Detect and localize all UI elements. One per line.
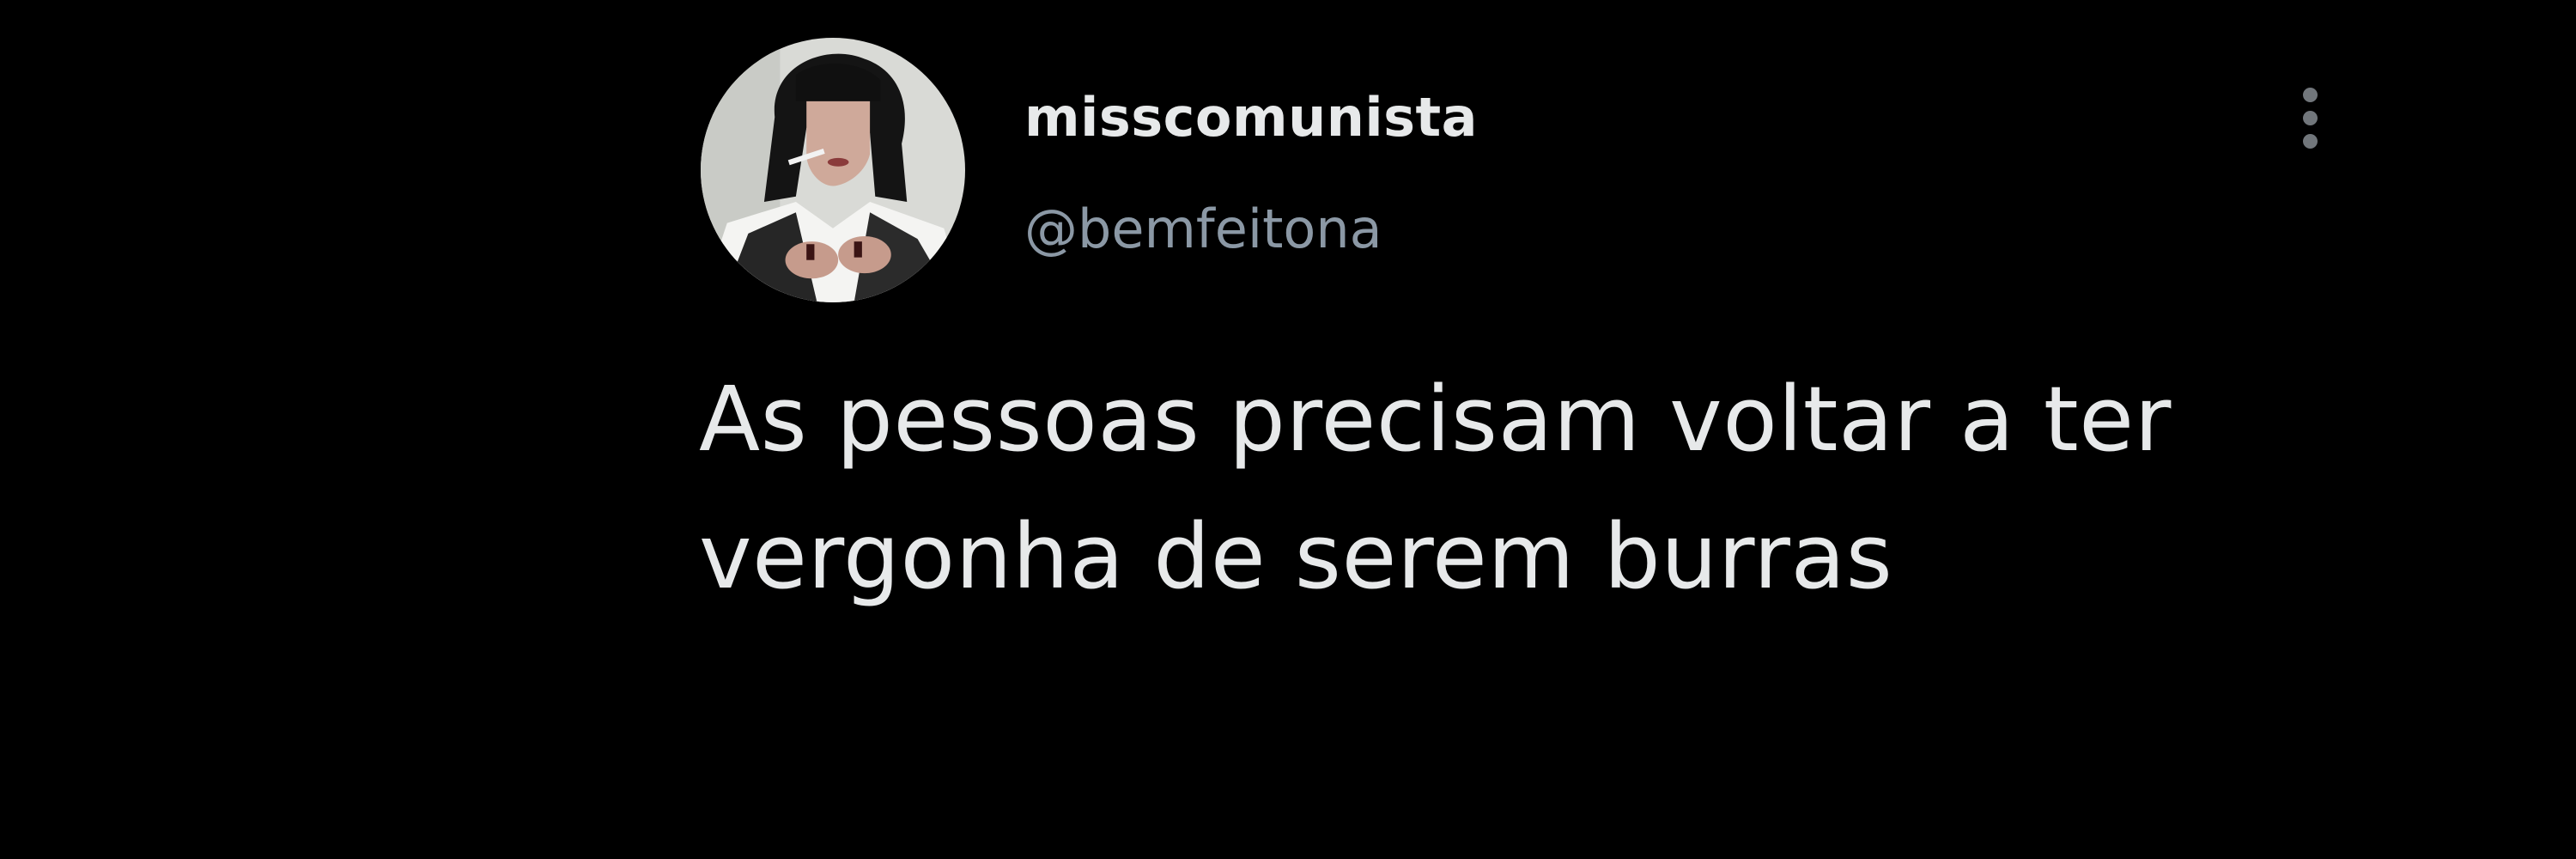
avatar[interactable] <box>701 38 965 302</box>
tweet: misscomunista @bemfeitona As pessoas pre… <box>0 0 2576 859</box>
more-options-button[interactable] <box>2284 79 2337 156</box>
tweet-text: As pessoas precisam voltar a ter vergonh… <box>699 367 2201 609</box>
display-name[interactable]: misscomunista <box>1024 86 1478 149</box>
user-handle[interactable]: @bemfeitona <box>1024 198 1382 260</box>
profile-photo-icon <box>701 38 965 302</box>
